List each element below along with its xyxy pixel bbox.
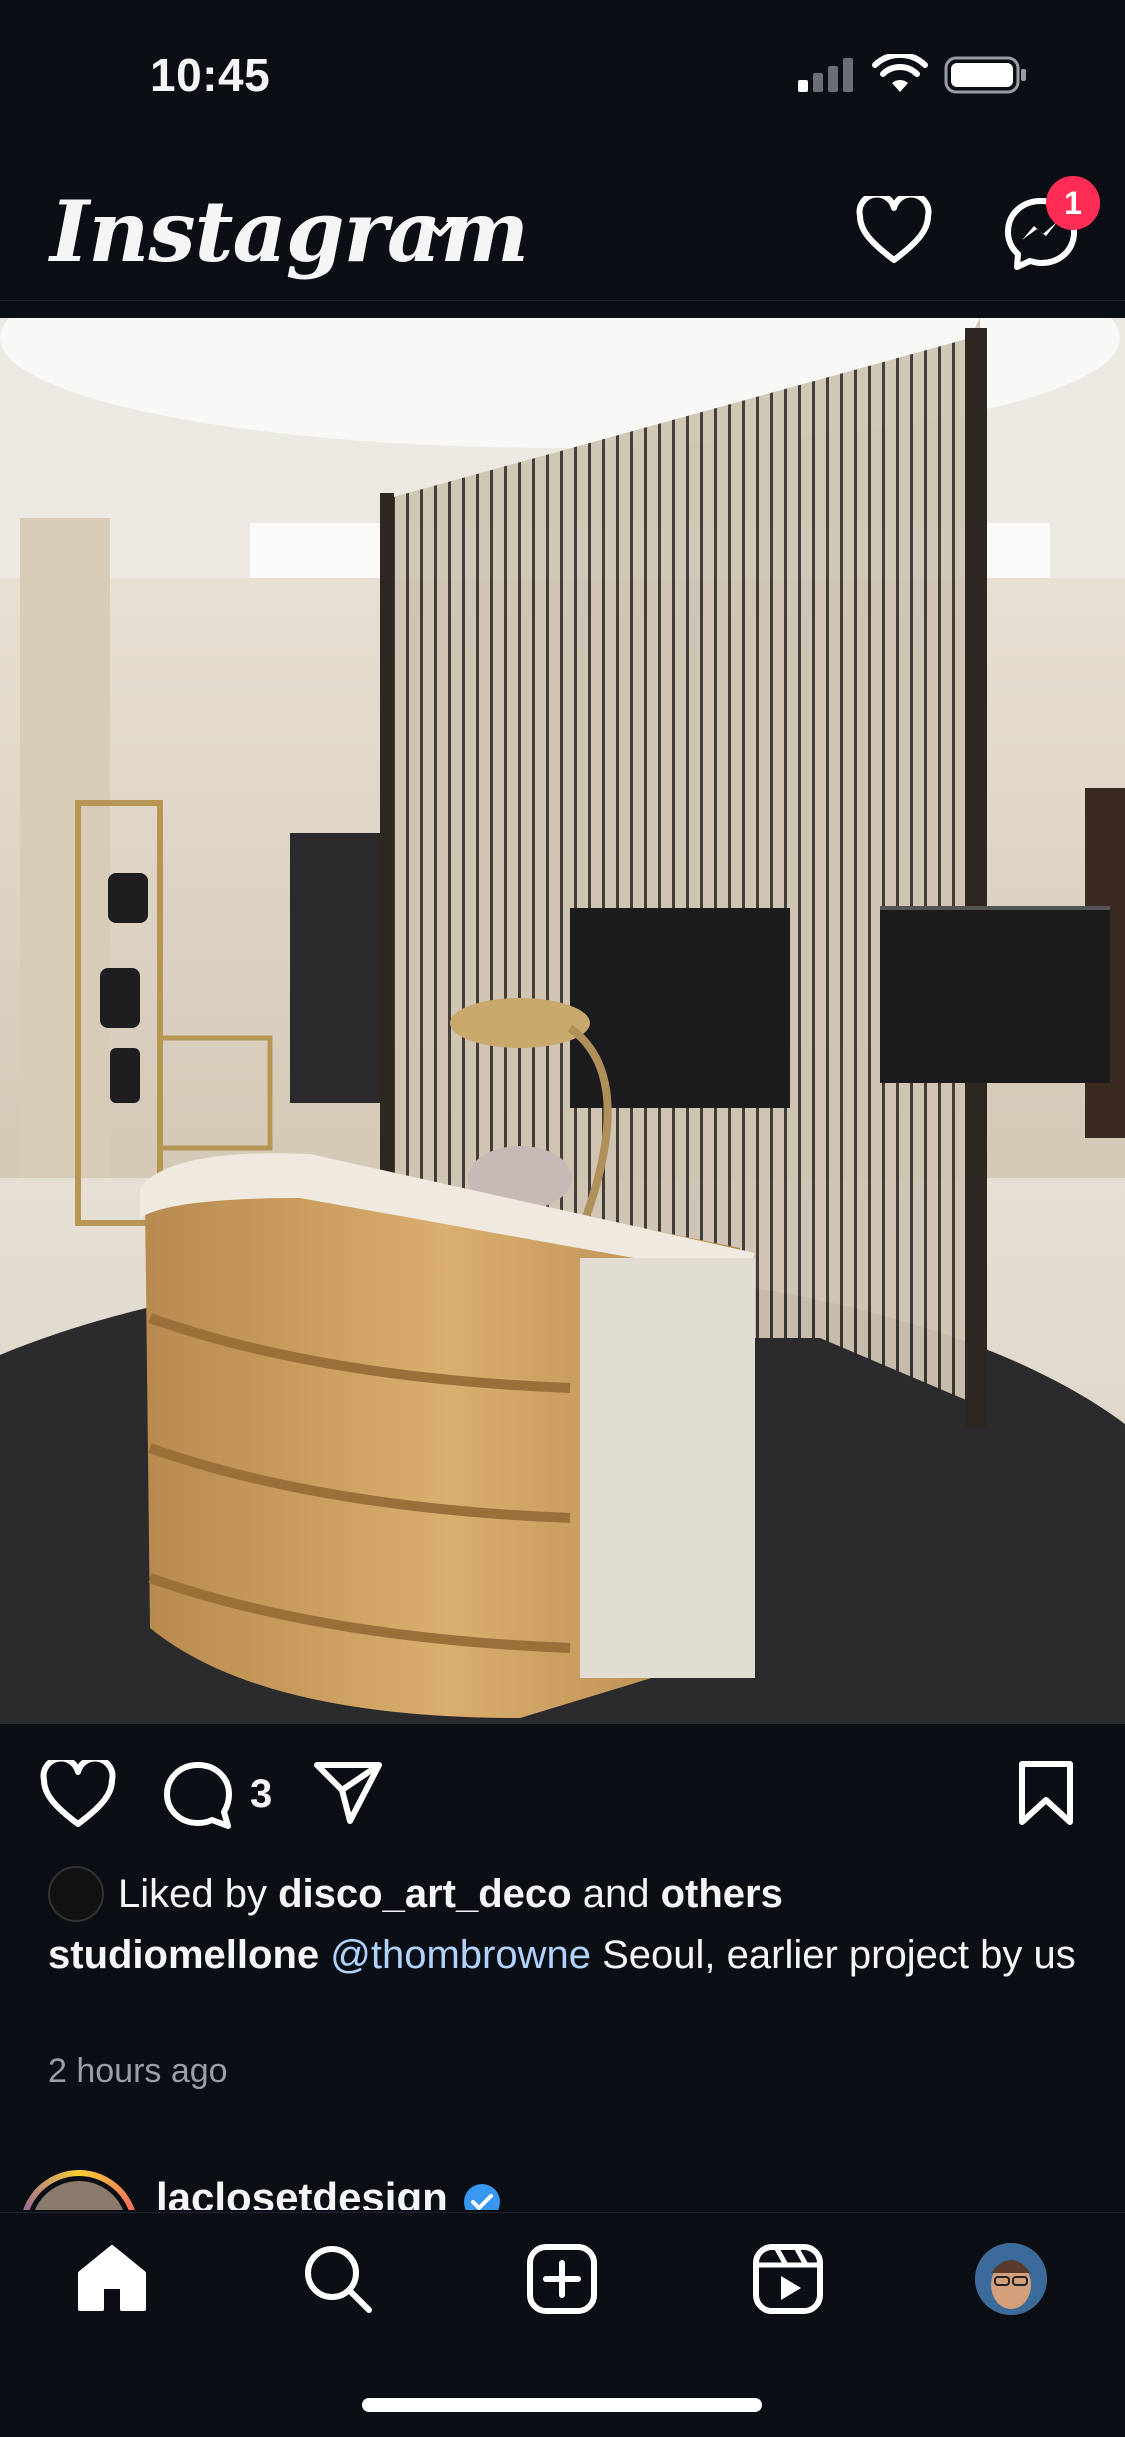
status-time: 10:45: [150, 49, 271, 101]
liked-by-user[interactable]: disco_art_deco: [278, 1872, 571, 1917]
comment-count: 3: [250, 1772, 273, 1816]
liked-by-prefix: Liked by: [118, 1871, 267, 1916]
post-timestamp: 2 hours ago: [48, 2052, 228, 2090]
reels-icon[interactable]: [752, 2243, 824, 2315]
search-icon[interactable]: [302, 2243, 374, 2315]
store-interior-photo: [0, 318, 1125, 1724]
share-send-icon[interactable]: [312, 1760, 384, 1826]
comment-icon[interactable]: [162, 1760, 234, 1830]
liker-avatar: [48, 1866, 104, 1922]
status-bar: 10:45: [0, 0, 1125, 150]
next-post-username[interactable]: laclosetdesign: [156, 2174, 448, 2210]
post-caption: studiomellone @thombrowne Seoul, earlier…: [48, 1930, 1088, 1980]
post-image[interactable]: [0, 318, 1125, 1724]
caption-mention[interactable]: @thombrowne: [330, 1933, 591, 1977]
battery-icon: [944, 56, 1026, 94]
app-header: Instagram: [0, 160, 1125, 301]
profile-avatar[interactable]: [975, 2243, 1047, 2315]
verified-badge-icon: [464, 2184, 500, 2210]
home-indicator: [362, 2398, 762, 2412]
notifications-heart-icon[interactable]: [856, 196, 932, 266]
story-ring[interactable]: [20, 2170, 138, 2210]
post-actions: 3: [0, 1760, 1125, 1830]
like-heart-icon[interactable]: [40, 1760, 116, 1830]
wifi-icon: [872, 54, 928, 92]
profile-photo: [975, 2243, 1047, 2315]
caption-text: Seoul, earlier project by us: [602, 1933, 1076, 1977]
messages-badge: 1: [1046, 176, 1100, 230]
create-post-icon[interactable]: [526, 2243, 598, 2315]
caption-username[interactable]: studiomellone: [48, 1933, 319, 1977]
liked-by-and: and: [582, 1871, 650, 1916]
next-post-header: laclosetdesign: [0, 2160, 1125, 2210]
next-post-avatar: [26, 2176, 132, 2210]
chevron-down-icon[interactable]: [420, 212, 460, 242]
cellular-signal-icon: [798, 58, 853, 92]
save-bookmark-icon[interactable]: [1016, 1760, 1076, 1826]
liked-by-others[interactable]: others: [661, 1872, 783, 1917]
liked-by[interactable]: Liked by disco_art_deco and others: [48, 1866, 783, 1922]
home-icon[interactable]: [76, 2243, 148, 2313]
